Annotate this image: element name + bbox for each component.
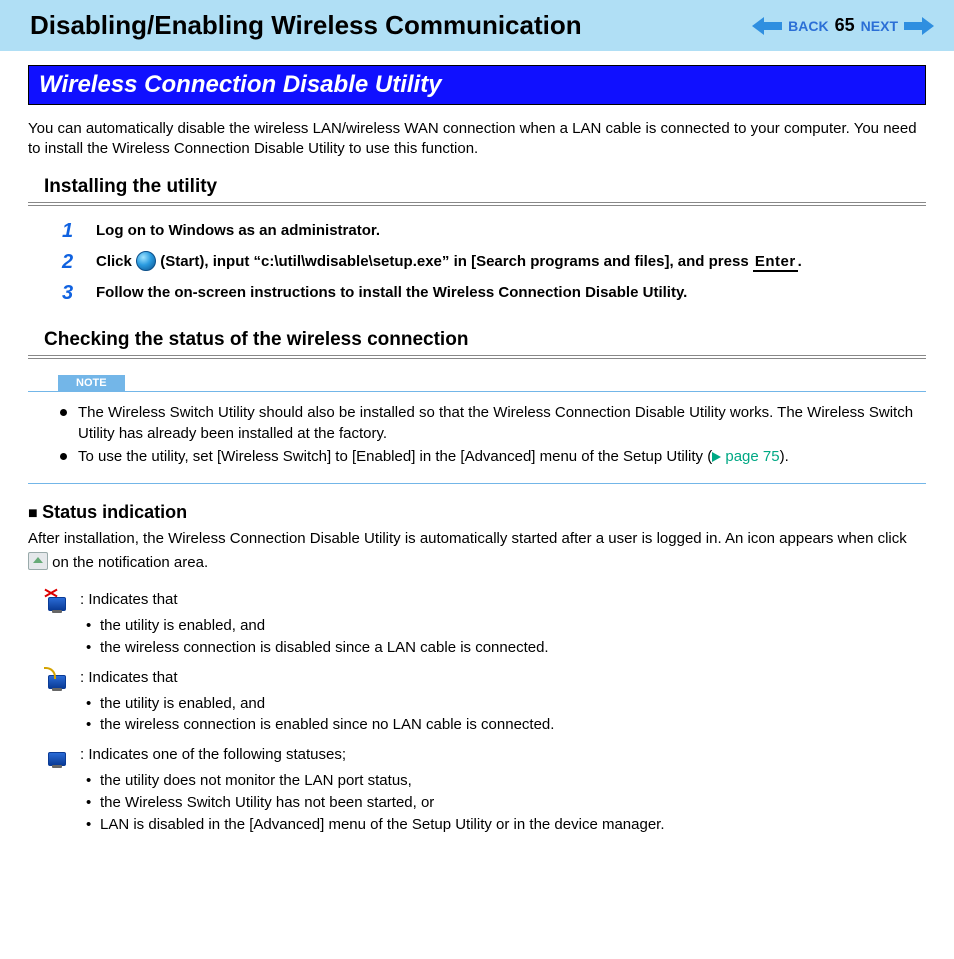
status-details: the utility does not monitor the LAN por… (86, 770, 926, 835)
text: ). (780, 448, 789, 465)
link-arrow-icon (712, 452, 721, 462)
tray-expand-icon (28, 552, 48, 570)
step-text: Follow the on-screen instructions to ins… (96, 282, 687, 305)
section-banner: Wireless Connection Disable Utility (28, 65, 926, 105)
status-details: the utility is enabled, and the wireless… (86, 615, 926, 659)
page-number: 65 (835, 15, 855, 36)
list-item: the wireless connection is enabled since… (86, 714, 926, 736)
step-number: 1 (62, 220, 80, 243)
text: on the notification area. (48, 554, 208, 571)
divider (28, 355, 926, 359)
list-item: the Wireless Switch Utility has not been… (86, 792, 926, 814)
check-heading: Checking the status of the wireless conn… (44, 329, 926, 351)
next-arrow-icon[interactable] (904, 17, 934, 35)
install-heading: Installing the utility (44, 176, 926, 198)
text: To use the utility, set [Wireless Switch… (78, 448, 712, 465)
note-list: The Wireless Switch Utility should also … (56, 402, 926, 467)
step-number: 2 (62, 251, 80, 274)
status-label: : Indicates that (80, 589, 178, 611)
status-heading: Status indication (28, 502, 926, 523)
divider (28, 202, 926, 206)
text: Click (96, 253, 136, 270)
step-2: 2 Click (Start), input “c:\util\wdisable… (62, 251, 926, 274)
intro-text: You can automatically disable the wirele… (28, 119, 926, 160)
status-row-unknown: : Indicates one of the following statuse… (44, 744, 926, 766)
list-item: the utility does not monitor the LAN por… (86, 770, 926, 792)
wireless-enabled-icon (44, 667, 68, 689)
wireless-disabled-icon (44, 589, 68, 611)
status-row-enabled: : Indicates that (44, 667, 926, 689)
page-title: Disabling/Enabling Wireless Communicatio… (30, 10, 582, 41)
status-details: the utility is enabled, and the wireless… (86, 693, 926, 737)
note-block: NOTE The Wireless Switch Utility should … (28, 373, 926, 484)
start-orb-icon (136, 251, 156, 271)
step-number: 3 (62, 282, 80, 305)
step-1: 1 Log on to Windows as an administrator. (62, 220, 926, 243)
page-header: Disabling/Enabling Wireless Communicatio… (0, 0, 954, 51)
note-item: The Wireless Switch Utility should also … (56, 402, 926, 444)
back-arrow-icon[interactable] (752, 17, 782, 35)
step-text: Log on to Windows as an administrator. (96, 220, 380, 243)
status-row-disabled: : Indicates that (44, 589, 926, 611)
enter-key: Enter (753, 253, 798, 272)
note-item: To use the utility, set [Wireless Switch… (56, 446, 926, 467)
status-intro: After installation, the Wireless Connect… (28, 529, 926, 574)
list-item: the utility is enabled, and (86, 615, 926, 637)
content: Wireless Connection Disable Utility You … (0, 51, 954, 881)
note-rule (28, 483, 926, 484)
status-label: : Indicates one of the following statuse… (80, 744, 346, 766)
step-3: 3 Follow the on-screen instructions to i… (62, 282, 926, 305)
list-item: the wireless connection is disabled sinc… (86, 637, 926, 659)
next-button[interactable]: NEXT (861, 18, 898, 34)
page-link[interactable]: page 75 (725, 448, 779, 465)
note-label: NOTE (58, 375, 125, 391)
page-nav: BACK 65 NEXT (752, 15, 934, 36)
wireless-unknown-icon (44, 744, 68, 766)
list-item: LAN is disabled in the [Advanced] menu o… (86, 814, 926, 836)
text: After installation, the Wireless Connect… (28, 530, 907, 547)
note-rule (28, 391, 926, 392)
text: . (798, 253, 802, 270)
step-text: Click (Start), input “c:\util\wdisable\s… (96, 251, 802, 274)
text: (Start), input “c:\util\wdisable\setup.e… (156, 253, 753, 270)
status-label: : Indicates that (80, 667, 178, 689)
back-button[interactable]: BACK (788, 18, 828, 34)
list-item: the utility is enabled, and (86, 693, 926, 715)
